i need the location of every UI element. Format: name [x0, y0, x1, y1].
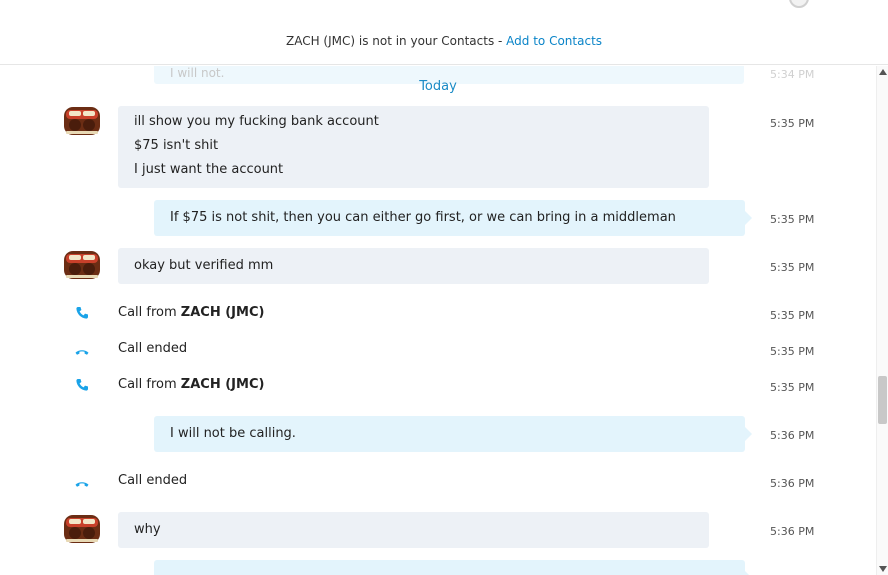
- message-text: I will not be calling.: [170, 426, 296, 441]
- message-line: ill show you my fucking bank account: [134, 114, 379, 129]
- message-text: why: [134, 522, 161, 537]
- message-bubble[interactable]: ill show you my fucking bank account $75…: [118, 106, 709, 188]
- call-timestamp: 5:36 PM: [770, 477, 815, 490]
- date-divider: Today: [419, 79, 457, 94]
- message-line: I just want the account: [134, 162, 284, 177]
- scroll-down-icon[interactable]: [879, 566, 887, 572]
- contact-notice: ZACH (JMC) is not in your Contacts - Add…: [0, 34, 888, 48]
- sent-message-bubble[interactable]: [154, 560, 752, 575]
- sent-message-bubble[interactable]: If $75 is not shit, then you can either …: [154, 200, 752, 236]
- phone-incoming-icon: [74, 305, 90, 321]
- call-event: Call from ZACH (JMC): [118, 377, 264, 392]
- message-timestamp: 5:36 PM: [770, 525, 815, 538]
- add-to-contacts-link[interactable]: Add to Contacts: [506, 34, 602, 48]
- conversation-pane: I will not. 5:34 PM Today ill show you m…: [0, 66, 876, 575]
- call-event-text: Call ended: [118, 473, 188, 488]
- call-event-text: Call ended: [118, 341, 188, 356]
- contact-notice-bar: ZACH (JMC) is not in your Contacts - Add…: [0, 0, 888, 65]
- message-timestamp: 5:35 PM: [770, 213, 815, 226]
- previous-message-text: I will not.: [170, 66, 225, 80]
- message-timestamp: 5:36 PM: [770, 429, 815, 442]
- caller-name: ZACH (JMC): [180, 377, 265, 392]
- phone-hangup-icon: [74, 475, 90, 491]
- user-avatar-icon[interactable]: [63, 512, 101, 546]
- message-timestamp: 5:35 PM: [770, 261, 815, 274]
- user-avatar-icon[interactable]: [63, 104, 101, 138]
- scroll-thumb[interactable]: [878, 376, 887, 424]
- call-timestamp: 5:35 PM: [770, 309, 815, 322]
- message-bubble[interactable]: okay but verified mm: [118, 248, 709, 284]
- call-timestamp: 5:35 PM: [770, 345, 815, 358]
- message-text: okay but verified mm: [134, 258, 274, 273]
- call-event-text: Call from: [118, 377, 181, 392]
- phone-hangup-icon: [74, 343, 90, 359]
- globe-icon[interactable]: [789, 0, 809, 8]
- chat-scrollbar[interactable]: [876, 66, 888, 575]
- message-line: $75 isn't shit: [134, 138, 219, 153]
- call-event: Call from ZACH (JMC): [118, 305, 264, 320]
- user-avatar-icon[interactable]: [63, 248, 101, 282]
- message-timestamp: 5:35 PM: [770, 117, 815, 130]
- message-text: If $75 is not shit, then you can either …: [170, 210, 676, 225]
- scroll-up-icon[interactable]: [879, 69, 887, 75]
- call-event-text: Call from: [118, 305, 181, 320]
- contact-notice-text: ZACH (JMC) is not in your Contacts -: [285, 34, 507, 48]
- message-bubble[interactable]: why: [118, 512, 709, 548]
- call-timestamp: 5:35 PM: [770, 381, 815, 394]
- phone-incoming-icon: [74, 377, 90, 393]
- caller-name: ZACH (JMC): [180, 305, 265, 320]
- sent-message-bubble[interactable]: I will not be calling.: [154, 416, 752, 452]
